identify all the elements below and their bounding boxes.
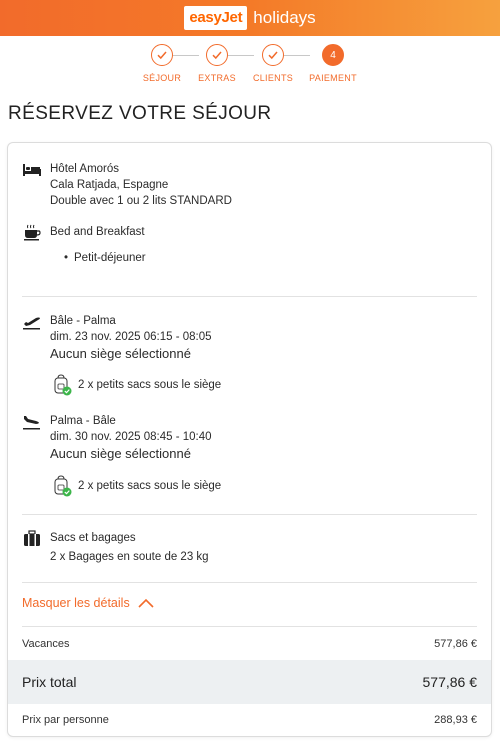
flight-route: Palma - Bâle	[50, 415, 116, 427]
cabin-bag-row: 2 x petits sacs sous le siège	[52, 374, 221, 396]
board-item: Petit-déjeuner	[64, 252, 146, 264]
per-person-value: 288,93 €	[434, 714, 477, 726]
holiday-price-row: Vacances 577,86 €	[8, 636, 491, 652]
bag-description: 2 x petits sacs sous le siège	[78, 379, 222, 391]
total-price-label: Prix total	[22, 674, 77, 690]
hotel-location: Cala Ratjada, Espagne	[50, 179, 169, 191]
check-icon	[206, 44, 228, 66]
divider	[22, 626, 477, 627]
cabin-bag-row: 2 x petits sacs sous le siège	[52, 475, 221, 497]
luggage-detail: 2 x Bagages en soute de 23 kg	[50, 551, 209, 563]
check-icon	[262, 44, 284, 66]
hotel-section: Hôtel Amorós Cala Ratjada, Espagne Doubl…	[22, 161, 232, 209]
small-bag-icon	[54, 374, 72, 396]
bag-description: 2 x petits sacs sous le siège	[78, 480, 222, 492]
coffee-cup-icon	[24, 224, 41, 241]
return-flight: Palma - Bâle dim. 30 nov. 2025 08:45 - 1…	[22, 413, 212, 463]
luggage-section: Sacs et bagages 2 x Bagages en soute de …	[22, 530, 209, 565]
divider	[22, 514, 477, 515]
room-type: Double avec 1 ou 2 lits STANDARD	[50, 195, 232, 207]
plane-takeoff-icon	[23, 317, 40, 330]
check-icon	[151, 44, 173, 66]
flight-datetime: dim. 30 nov. 2025 08:45 - 10:40	[50, 431, 212, 443]
flight-route: Bâle - Palma	[50, 315, 116, 327]
per-person-label: Prix par personne	[22, 714, 109, 726]
step-number: 4	[322, 44, 344, 66]
divider	[22, 582, 477, 583]
per-person-price-row: Prix par personne 288,93 €	[8, 712, 491, 728]
hotel-name: Hôtel Amorós	[50, 163, 120, 175]
easyjet-logo[interactable]: easyJet	[184, 6, 248, 30]
hide-details-label: Masquer les détails	[22, 596, 130, 610]
page-title: RÉSERVEZ VOTRE SÉJOUR	[8, 103, 272, 124]
holiday-price-value: 577,86 €	[434, 638, 477, 650]
holidays-logo-text: holidays	[253, 8, 316, 27]
small-bag-icon	[54, 475, 72, 497]
luggage-title: Sacs et bagages	[50, 532, 136, 544]
flight-datetime: dim. 23 nov. 2025 06:15 - 08:05	[50, 331, 212, 343]
total-price-row: Prix total 577,86 €	[8, 660, 491, 704]
brand-header: easyJet holidays	[0, 0, 500, 36]
holiday-price-label: Vacances	[22, 638, 70, 650]
seat-status: Aucun siège sélectionné	[50, 446, 191, 461]
luggage-icon	[24, 530, 40, 546]
booking-stepper: SÉJOUR EXTRAS CLIENTS 4 PAIEMENT	[0, 44, 500, 88]
plane-landing-icon	[23, 416, 40, 430]
bed-icon	[23, 164, 41, 176]
outbound-flight: Bâle - Palma dim. 23 nov. 2025 06:15 - 0…	[22, 313, 212, 363]
board-type: Bed and Breakfast	[50, 226, 145, 238]
seat-status: Aucun siège sélectionné	[50, 346, 191, 361]
chevron-up-icon	[138, 598, 154, 608]
total-price-value: 577,86 €	[422, 674, 478, 690]
booking-summary-card: Hôtel Amorós Cala Ratjada, Espagne Doubl…	[7, 142, 492, 737]
divider	[22, 296, 477, 297]
board-section: Bed and Breakfast	[22, 224, 145, 242]
step-label: PAIEMENT	[309, 73, 357, 83]
step-paiement: 4 PAIEMENT	[298, 44, 368, 83]
hide-details-toggle[interactable]: Masquer les détails	[22, 596, 154, 610]
